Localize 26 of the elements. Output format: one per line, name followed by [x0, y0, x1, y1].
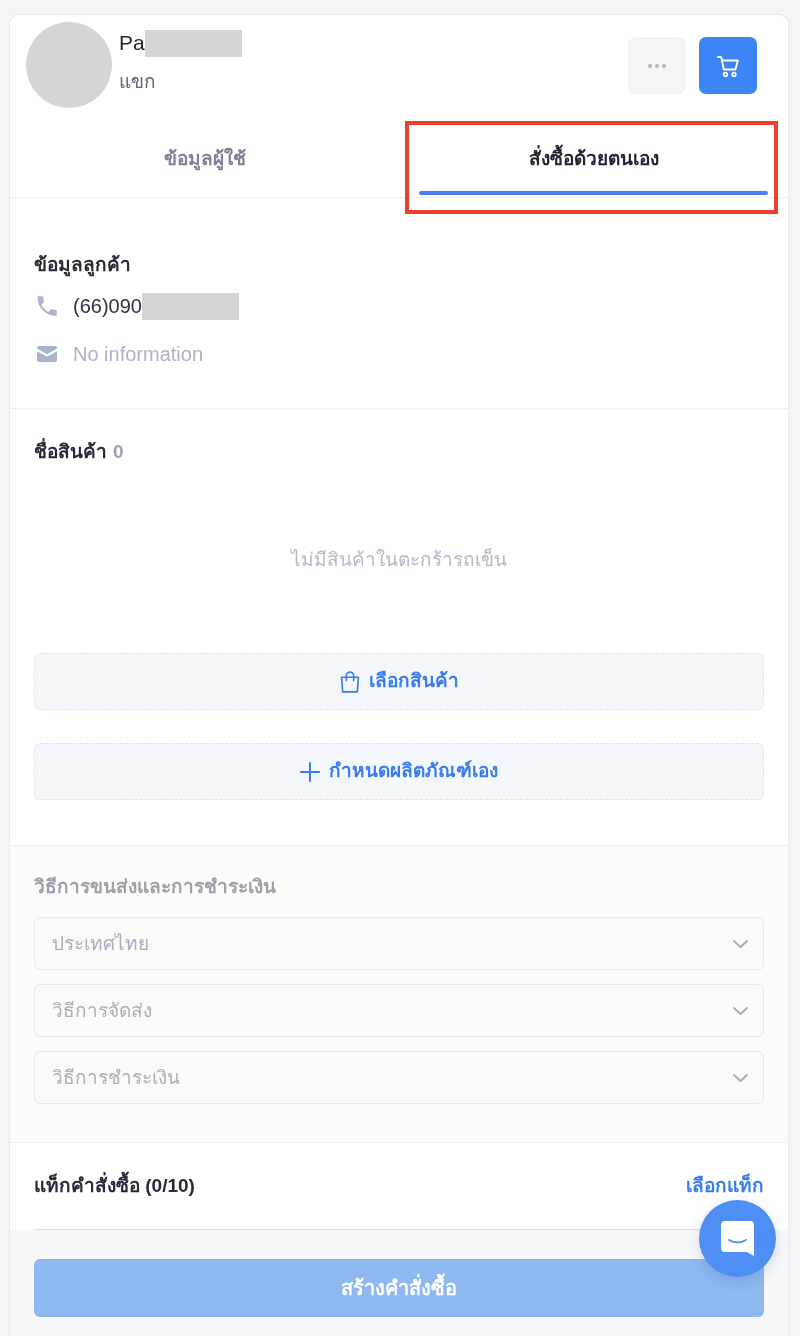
shopping-bag-icon — [339, 670, 360, 693]
select-product-button[interactable]: เลือกสินค้า — [34, 653, 764, 710]
phone-number: (66)090 — [73, 294, 142, 319]
mail-icon — [37, 346, 57, 362]
section-heading: ชื่อสินค้า — [34, 438, 107, 466]
chat-bubble-icon — [721, 1221, 754, 1256]
section-heading: แท็กคำสั่งซื้อ (0/10) — [34, 1172, 195, 1200]
tab[interactable]: สั่งซื้อด้วยตนเอง — [399, 121, 788, 197]
empty-cart-message: ไม่มีสินค้าในตะกร้ารถเข็น — [291, 547, 507, 572]
custom-product-button[interactable]: กำหนดผลิตภัณฑ์เอง — [34, 743, 764, 800]
email-text: No information — [73, 342, 204, 367]
chevron-down-icon — [733, 1006, 748, 1015]
more-options-icon — [648, 63, 666, 68]
phone-icon — [37, 296, 57, 316]
cart-button[interactable] — [699, 37, 757, 94]
chevron-down-icon — [733, 939, 748, 948]
product-count: 0 — [113, 440, 124, 464]
section-heading: ข้อมูลลูกค้า — [34, 253, 132, 279]
select-tags-link[interactable]: เลือกแท็ก — [686, 1175, 764, 1197]
section-heading: วิธีการขนส่งและการชำระเงิน — [34, 875, 277, 899]
cart-icon — [716, 54, 740, 77]
user-role: แขก — [119, 70, 156, 94]
tab[interactable]: ข้อมูลผู้ใช้ — [10, 121, 399, 197]
user-name: Pa — [119, 30, 145, 56]
chevron-down-icon — [733, 1073, 748, 1082]
plus-icon — [300, 761, 320, 782]
